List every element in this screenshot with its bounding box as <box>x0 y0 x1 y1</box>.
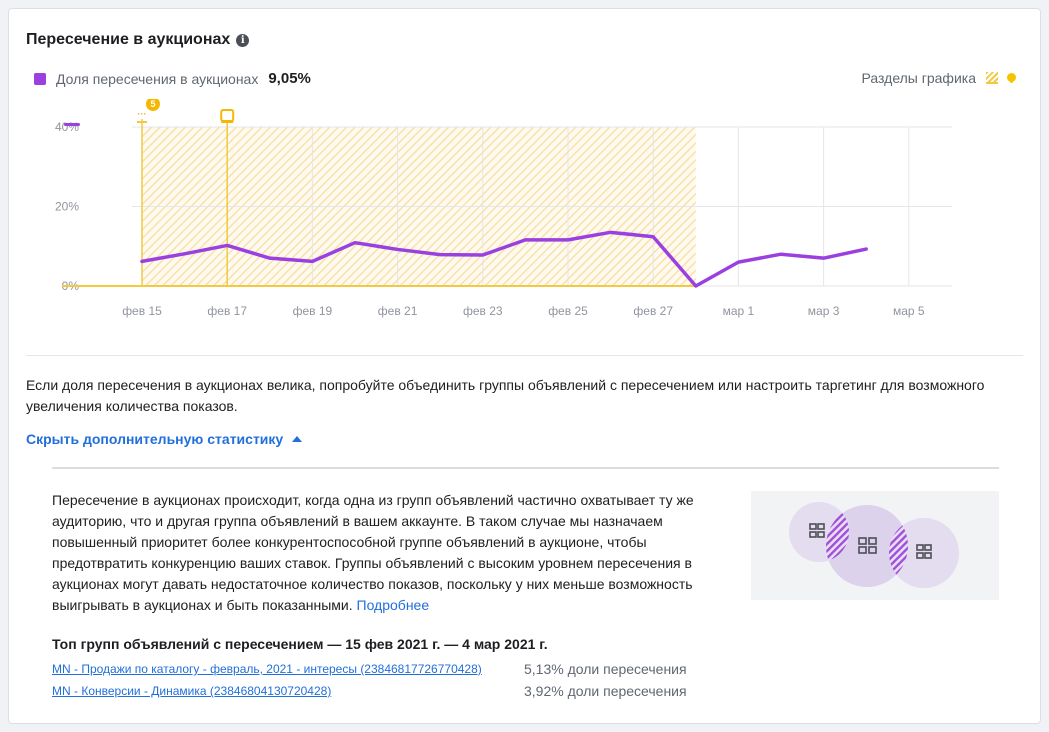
legend-value: 9,05% <box>268 70 311 87</box>
x-tick-label: фев 15 <box>122 304 162 318</box>
hide-stats-label: Скрыть дополнительную статистику <box>26 431 284 447</box>
adset-link[interactable]: MN - Конверсии - Динамика (2384680413072… <box>52 684 331 698</box>
legend-label: Доля пересечения в аукционах <box>56 70 259 87</box>
card-title-text: Пересечение в аукционах <box>26 31 231 48</box>
chart-legend: Доля пересечения в аукционах 9,05% <box>34 70 311 87</box>
x-tick-label: мар 1 <box>723 304 755 318</box>
auction-overlap-card: Пересечение в аукционах i Доля пересечен… <box>8 8 1041 724</box>
y-tick-label: 40% <box>55 120 79 134</box>
info-icon[interactable]: i <box>236 33 250 47</box>
divider <box>26 355 1023 356</box>
overlap-percent: 3,92% доли пересечения <box>524 683 687 699</box>
description-text: Пересечение в аукционах происходит, когд… <box>52 492 694 613</box>
x-tick-label: фев 23 <box>463 304 503 318</box>
x-tick-label: фев 19 <box>293 304 333 318</box>
section-marker-cap <box>137 121 147 123</box>
divider <box>52 467 999 469</box>
overlap-line-chart: 0%20%40%фев 15 фев 17 фев 19 фев 21 фев 23 фе… <box>55 99 952 318</box>
overlap-illustration <box>751 491 999 600</box>
x-tick-label: мар 5 <box>893 304 925 318</box>
chart-sections-control[interactable]: Разделы графика <box>862 70 1016 86</box>
x-tick-label: фев 21 <box>378 304 418 318</box>
overlap-venn-icon <box>789 502 959 588</box>
hint-text: Если доля пересечения в аукционах велика… <box>26 377 985 414</box>
annotation-dot-icon[interactable] <box>1007 72 1016 82</box>
more-icon: ··· <box>138 109 147 119</box>
y-tick-label: 20% <box>55 200 79 214</box>
card-title: Пересечение в аукционах i <box>26 31 250 49</box>
annotation-icon <box>220 109 235 122</box>
x-tick-label: фев 17 <box>207 304 247 318</box>
hide-stats-toggle[interactable]: Скрыть дополнительную статистику <box>26 431 303 447</box>
x-tick-label: фев 27 <box>633 304 673 318</box>
caret-up-icon <box>292 436 303 442</box>
legend-swatch <box>34 72 46 85</box>
x-tick-label: фев 25 <box>548 304 588 318</box>
annotation-icon-base <box>221 121 234 123</box>
chart-sections-label: Разделы графика <box>861 70 976 86</box>
learn-more-link[interactable]: Подробнее <box>357 597 430 613</box>
top-overlap-title: Топ групп объявлений с пересечением — 15… <box>52 636 548 652</box>
x-tick-label: мар 3 <box>808 304 840 318</box>
legend-dash <box>64 123 80 126</box>
overlap-description: Пересечение в аукционах происходит, когд… <box>52 490 742 616</box>
count-badge-label: 5 <box>150 99 155 109</box>
adset-link[interactable]: MN - Продажи по каталогу - февраль, 2021… <box>52 662 482 676</box>
overlap-percent: 5,13% доли пересечения <box>524 661 687 677</box>
hatch-icon[interactable] <box>986 72 998 84</box>
